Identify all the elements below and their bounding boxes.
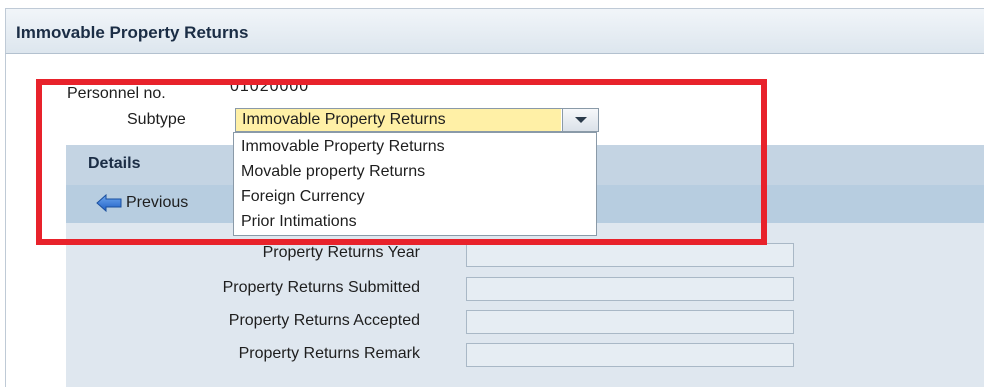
property-returns-remark-field[interactable] [466, 343, 794, 367]
field-label-accepted: Property Returns Accepted [228, 312, 420, 329]
previous-button[interactable]: Previous [96, 190, 188, 216]
field-label-remark: Property Returns Remark [238, 345, 420, 362]
app-root: Immovable Property Returns Details Previ… [0, 0, 984, 387]
subtype-select[interactable]: Immovable Property Returns [235, 108, 599, 132]
personnel-number-value: 01020000 [230, 78, 310, 95]
property-returns-accepted-field[interactable] [466, 310, 794, 334]
page-title: Immovable Property Returns [16, 23, 249, 42]
window-title-bar: Immovable Property Returns [5, 8, 984, 54]
subtype-dropdown-list: Immovable Property Returns Movable prope… [233, 132, 597, 236]
subtype-option-prior-intimations[interactable]: Prior Intimations [234, 209, 596, 234]
arrow-left-icon [96, 194, 122, 212]
subtype-label: Subtype [127, 111, 186, 128]
details-title: Details [88, 155, 141, 172]
subtype-option-foreign-currency[interactable]: Foreign Currency [234, 184, 596, 209]
content-border [5, 54, 6, 387]
subtype-option-movable[interactable]: Movable property Returns [234, 159, 596, 184]
previous-label: Previous [126, 194, 189, 211]
field-label-submitted: Property Returns Submitted [222, 279, 420, 296]
property-returns-year-field[interactable] [466, 243, 794, 267]
property-returns-submitted-field[interactable] [466, 277, 794, 301]
chevron-down-icon[interactable] [562, 109, 598, 131]
field-label-year: Property Returns Year [262, 244, 420, 261]
personnel-number-label: Personnel no. [67, 85, 166, 102]
subtype-selected-value: Immovable Property Returns [236, 109, 561, 131]
subtype-option-immovable[interactable]: Immovable Property Returns [234, 134, 596, 159]
